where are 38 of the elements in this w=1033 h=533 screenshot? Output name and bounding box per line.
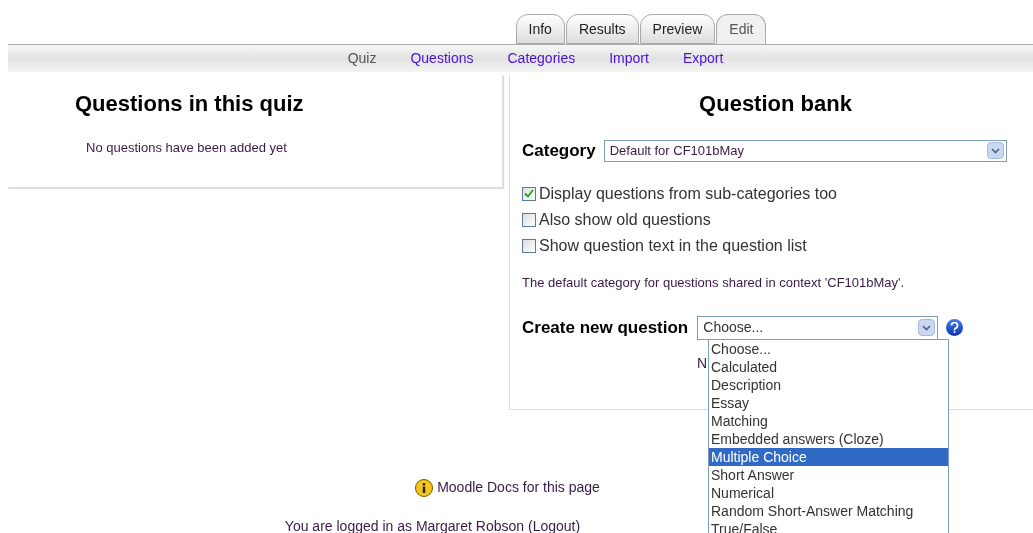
empty-message: No questions have been added yet — [86, 139, 288, 157]
subtab-link[interactable]: Categories — [507, 48, 576, 69]
subtab-link[interactable]: Quiz — [347, 48, 377, 69]
category-label: Category — [522, 140, 596, 162]
user-link[interactable]: Margaret Robson — [415, 518, 525, 533]
checkbox-label: Display questions from sub-categories too — [539, 183, 837, 204]
help-icon[interactable] — [946, 319, 964, 337]
docs-link[interactable]: Moodle Docs for this page — [437, 477, 600, 498]
dropdown-option[interactable]: Description — [709, 376, 948, 394]
checkbox[interactable] — [522, 212, 536, 227]
dropdown-option[interactable]: Numerical — [709, 484, 948, 502]
checkbox[interactable] — [522, 238, 536, 253]
dropdown-option[interactable]: Random Short-Answer Matching — [709, 502, 948, 520]
tab[interactable]: Results — [565, 14, 639, 44]
dropdown-option[interactable]: Embedded answers (Cloze) — [709, 430, 948, 448]
dropdown-option[interactable]: Multiple Choice — [709, 448, 948, 466]
info-icon — [415, 478, 434, 497]
category-info: The default category for questions shared in context 'CF101bMay'. — [522, 273, 906, 292]
checkbox-label: Show question text in the question list — [539, 235, 807, 256]
category-select[interactable]: Default for CF101bMay — [603, 139, 1007, 162]
dropdown-option[interactable]: Short Answer — [709, 466, 948, 484]
tab[interactable]: Edit — [716, 14, 767, 44]
dropdown-option[interactable]: Calculated — [709, 358, 948, 376]
subtab-link[interactable]: Export — [682, 48, 724, 69]
subtab-link[interactable]: Import — [609, 48, 649, 69]
checkbox-label: Also show old questions — [539, 209, 711, 230]
checkbox[interactable] — [522, 186, 536, 201]
panel-title: Questions in this quiz — [75, 90, 305, 118]
subtab-link[interactable]: Questions — [410, 48, 474, 69]
dropdown-option[interactable]: Choose... — [709, 340, 948, 358]
hidden-text: N — [697, 354, 708, 371]
create-question-label: Create new question — [522, 317, 689, 339]
dropdown-option[interactable]: Matching — [709, 412, 948, 430]
tab[interactable]: Preview — [639, 14, 716, 44]
logout-link[interactable]: (Logout) — [527, 518, 581, 533]
panel-title: Question bank — [698, 90, 853, 118]
dropdown-option[interactable]: Essay — [709, 394, 948, 412]
tab[interactable]: Info — [515, 14, 565, 44]
